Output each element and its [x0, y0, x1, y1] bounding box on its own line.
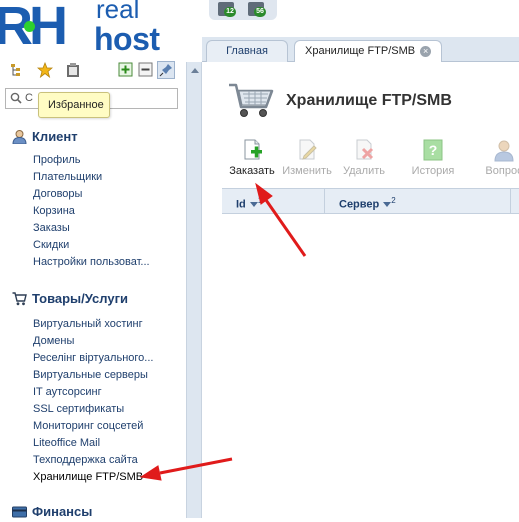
question-icon — [492, 138, 516, 162]
sidebar-item-payers[interactable]: Плательщики — [33, 171, 183, 184]
action-toolbar: Заказать Изменить Удалить ? История Вопр… — [222, 138, 519, 178]
star-icon[interactable] — [36, 61, 54, 79]
main-content: Хранилище FTP/SMB Заказать Изменить Удал… — [202, 62, 519, 518]
column-id-sort-index: 1 — [257, 196, 263, 205]
sidebar-item-orders[interactable]: Заказы — [33, 222, 183, 235]
cart-icon — [12, 291, 27, 306]
top-icons-panel: 12 56 — [209, 0, 277, 20]
column-server-sort-index: 2 — [391, 196, 396, 205]
tab-ftp-storage[interactable]: Хранилище FTP/SMB × — [294, 40, 443, 64]
history-button[interactable]: ? История — [403, 138, 463, 177]
sidebar-item-discounts[interactable]: Скидки — [33, 239, 183, 252]
logo[interactable]: RH real host — [0, 0, 186, 58]
logo-dot — [24, 21, 35, 32]
question-button-label: Вопрос — [485, 165, 519, 177]
clipboard-icon[interactable] — [65, 62, 81, 78]
column-server-label: Сервер — [339, 198, 380, 211]
history-button-label: История — [411, 165, 455, 177]
column-server[interactable]: Сервер 2 — [325, 189, 511, 213]
sidebar: RH real host С Избранное Клиент Профиль … — [0, 0, 186, 519]
section-client-label: Клиент — [32, 129, 78, 144]
user-icon — [12, 129, 27, 145]
sidebar-item-virtual-hosting[interactable]: Виртуальный хостинг — [33, 318, 183, 331]
sidebar-collapse-bar[interactable] — [186, 62, 202, 518]
tab-ftp-storage-label: Хранилище FTP/SMB — [305, 45, 416, 57]
sidebar-item-site-support[interactable]: Техподдержка сайта — [33, 454, 183, 467]
favorites-tooltip: Избранное — [38, 92, 110, 118]
shopping-cart-icon — [228, 81, 274, 119]
notifications-badge: 12 — [224, 7, 236, 17]
sidebar-item-it-outsourcing[interactable]: IT аутсорсинг — [33, 386, 183, 399]
sidebar-item-reseller[interactable]: Реселінг віртуального... — [33, 352, 183, 365]
sidebar-toolbar — [8, 61, 184, 80]
sort-desc-icon — [249, 202, 258, 208]
sidebar-item-user-settings[interactable]: Настройки пользоват... — [33, 256, 183, 269]
section-products-label: Товары/Услуги — [32, 291, 128, 306]
search-text: С — [25, 92, 33, 104]
sidebar-item-liteoffice-mail[interactable]: Liteoffice Mail — [33, 437, 183, 450]
delete-icon — [352, 138, 376, 162]
delete-button[interactable]: Удалить — [334, 138, 394, 177]
pin-icon[interactable] — [157, 61, 175, 79]
collapse-icon[interactable] — [138, 62, 154, 78]
expand-icon[interactable] — [118, 62, 134, 78]
order-button[interactable]: Заказать — [222, 138, 282, 177]
close-icon[interactable]: × — [420, 45, 432, 57]
tree-icon[interactable] — [10, 62, 26, 78]
column-id-label: Id — [236, 198, 246, 211]
history-icon: ? — [421, 138, 445, 162]
section-finance-label: Финансы — [32, 504, 93, 519]
sidebar-item-social-monitoring[interactable]: Мониторинг соцсетей — [33, 420, 183, 433]
delete-button-label: Удалить — [343, 165, 385, 177]
sidebar-item-contracts[interactable]: Договоры — [33, 188, 183, 201]
order-icon — [240, 138, 264, 162]
tab-strip: Главная Хранилище FTP/SMB × — [202, 37, 519, 64]
sidebar-item-ssl[interactable]: SSL сертификаты — [33, 403, 183, 416]
edit-button-label: Изменить — [282, 165, 332, 177]
sidebar-item-profile[interactable]: Профиль — [33, 154, 183, 167]
collapse-arrow-icon — [191, 68, 199, 73]
finance-icon — [12, 504, 27, 519]
search-icon — [10, 92, 22, 107]
edit-button[interactable]: Изменить — [277, 138, 337, 177]
order-button-label: Заказать — [229, 165, 275, 177]
svg-text:?: ? — [429, 142, 438, 158]
edit-icon — [295, 138, 319, 162]
logo-host-text: host — [94, 21, 160, 57]
messages-badge: 56 — [254, 7, 266, 17]
column-id[interactable]: Id 1 — [222, 189, 325, 213]
sidebar-item-ftp-storage[interactable]: Хранилище FTP/SMB — [33, 471, 183, 484]
page-title: Хранилище FTP/SMB — [286, 92, 452, 109]
sidebar-item-cart[interactable]: Корзина — [33, 205, 183, 218]
tab-home[interactable]: Главная — [206, 40, 288, 62]
sidebar-item-vps[interactable]: Виртуальные серверы — [33, 369, 183, 382]
sidebar-item-domains[interactable]: Домены — [33, 335, 183, 348]
grid-header: Id 1 Сервер 2 — [222, 188, 519, 214]
tab-home-label: Главная — [226, 45, 268, 57]
question-button[interactable]: Вопрос — [474, 138, 519, 177]
